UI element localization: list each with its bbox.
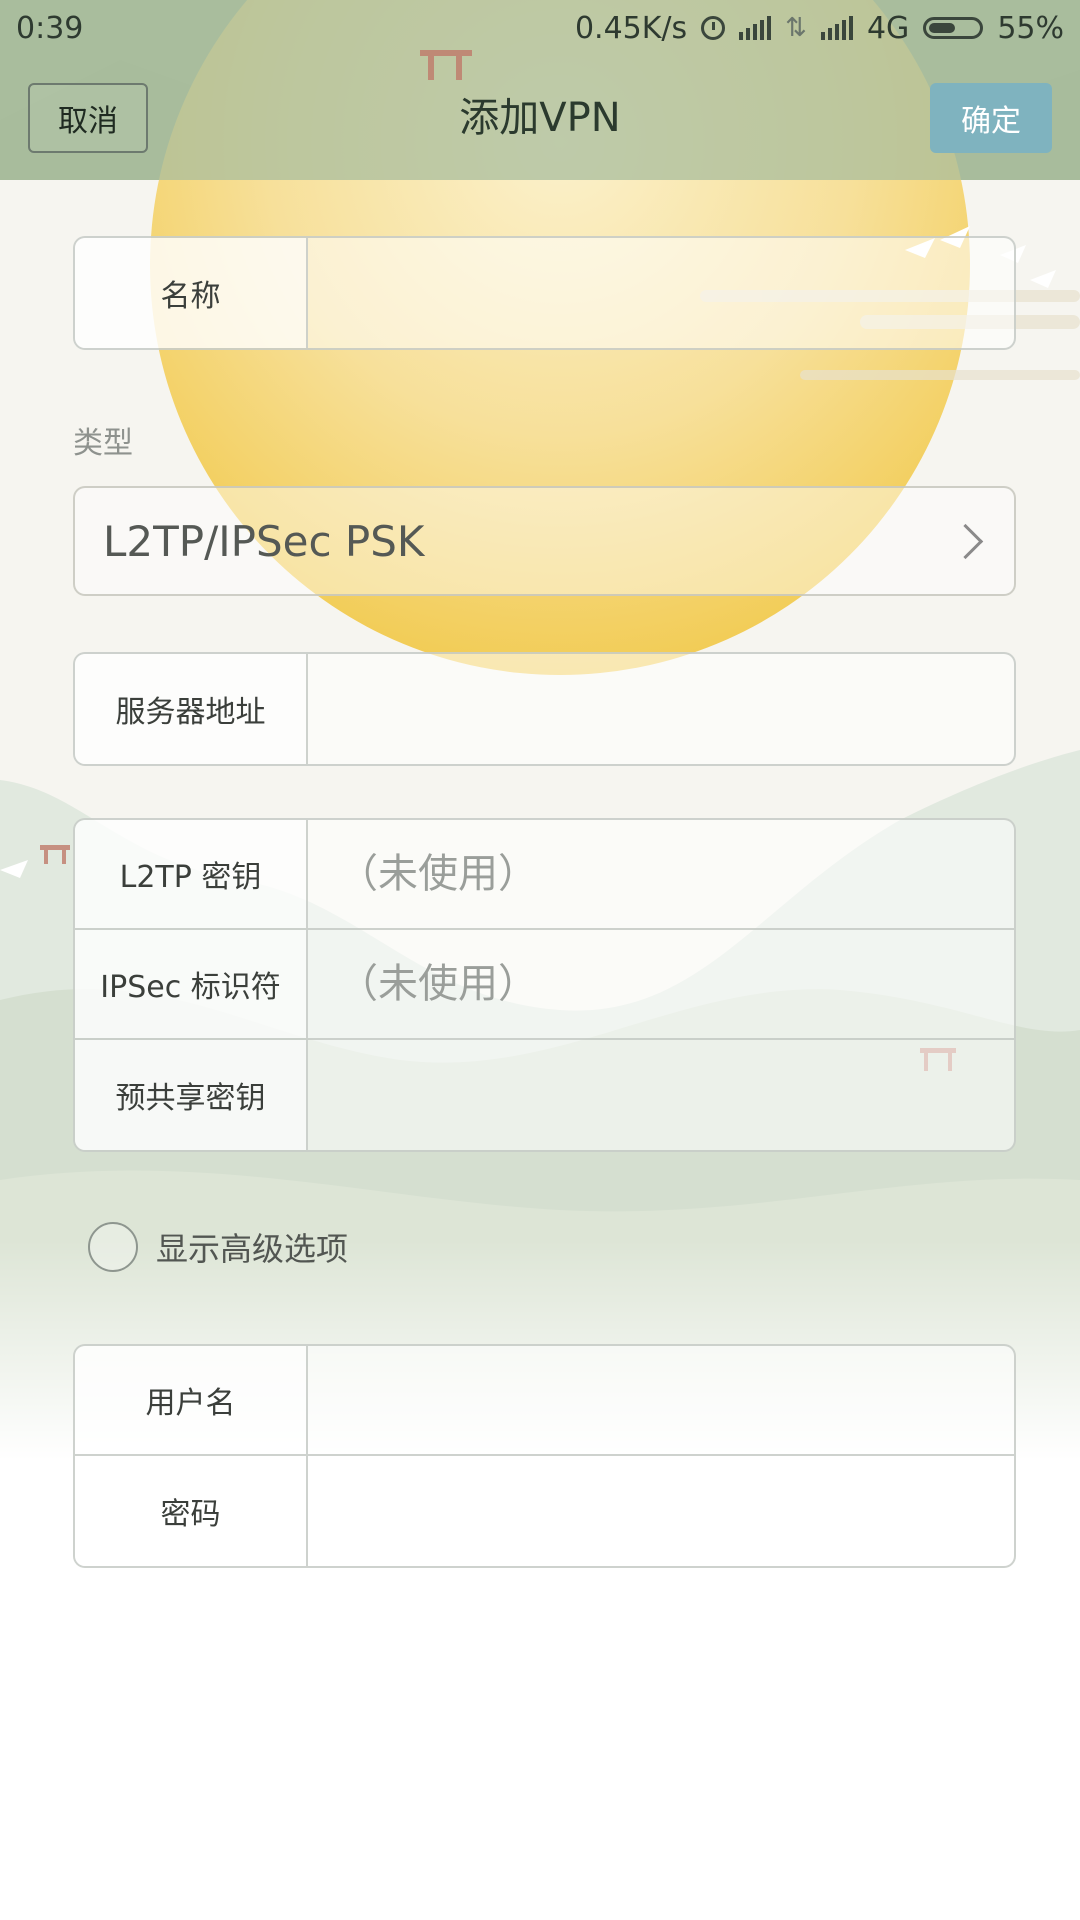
secrets-card: L2TP 密钥 IPSec 标识符 预共享密钥 [73, 818, 1016, 1152]
network-speed: 0.45K/s [574, 10, 688, 46]
type-section-label: 类型 [73, 426, 133, 461]
advanced-options-toggle[interactable]: 显示高级选项 [88, 1222, 348, 1272]
name-row: 名称 [75, 238, 1014, 348]
server-address-input[interactable] [308, 654, 1014, 764]
title-bar: 取消 添加VPN 确定 [0, 56, 1080, 180]
network-type: 4G [866, 10, 910, 46]
username-row: 用户名 [75, 1346, 1014, 1456]
preshared-key-row: 预共享密钥 [75, 1040, 1014, 1150]
username-label: 用户名 [75, 1346, 308, 1454]
confirm-button[interactable]: 确定 [930, 83, 1052, 153]
alarm-icon [701, 16, 726, 40]
credentials-card: 用户名 密码 [73, 1344, 1016, 1568]
status-bar: 0:39 0.45K/s ⇅ 4G 55% [0, 0, 1080, 56]
battery-icon [923, 17, 984, 39]
ipsec-identifier-input[interactable] [308, 930, 1014, 1038]
data-transfer-icon: ⇅ [785, 13, 807, 43]
username-input[interactable] [308, 1346, 1014, 1454]
l2tp-secret-row: L2TP 密钥 [75, 820, 1014, 930]
status-indicators: 0.45K/s ⇅ 4G 55% [575, 11, 1064, 46]
l2tp-secret-label: L2TP 密钥 [75, 820, 308, 928]
vpn-type-value: L2TP/IPSec PSK [103, 516, 425, 566]
server-label: 服务器地址 [75, 654, 308, 764]
server-row: 服务器地址 [75, 654, 1014, 764]
password-row: 密码 [75, 1456, 1014, 1566]
advanced-options-checkbox[interactable] [88, 1222, 138, 1272]
status-time: 0:39 [16, 10, 84, 46]
l2tp-secret-input[interactable] [308, 820, 1014, 928]
battery-fill [929, 23, 955, 33]
advanced-options-label: 显示高级选项 [156, 1230, 349, 1268]
name-input[interactable] [308, 238, 1014, 348]
battery-percent: 55% [997, 10, 1064, 46]
preshared-key-input[interactable] [308, 1040, 1014, 1150]
signal-icon [739, 16, 772, 40]
ipsec-identifier-row: IPSec 标识符 [75, 930, 1014, 1040]
chevron-right-icon [947, 523, 984, 559]
server-card: 服务器地址 [73, 652, 1016, 766]
signal-icon-2 [820, 16, 853, 40]
ipsec-identifier-label: IPSec 标识符 [75, 930, 308, 1038]
name-card: 名称 [73, 236, 1016, 350]
password-input[interactable] [308, 1456, 1014, 1566]
preshared-key-label: 预共享密钥 [75, 1040, 308, 1150]
page-title: 添加VPN [459, 95, 621, 141]
vpn-type-select[interactable]: L2TP/IPSec PSK [73, 486, 1016, 596]
name-label: 名称 [75, 238, 308, 348]
password-label: 密码 [75, 1456, 308, 1566]
cancel-button[interactable]: 取消 [28, 83, 148, 153]
